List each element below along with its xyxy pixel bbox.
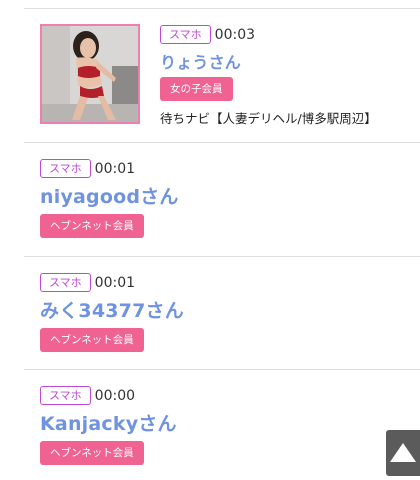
member-badge: 女の子会員 [160, 77, 233, 101]
device-badge: スマホ [160, 25, 211, 44]
profile-photo[interactable] [40, 24, 140, 124]
entry-divider [24, 256, 420, 257]
shop-name[interactable]: 待ちナビ【人妻デリヘル/博多駅周辺】 [160, 108, 420, 127]
device-badge: スマホ [40, 273, 91, 292]
visitor-entry-2: スマホ 00:01 niyagoodさん ヘブンネット会員 [40, 158, 420, 238]
access-time: 00:03 [214, 26, 256, 43]
profile-photo-image [42, 26, 138, 122]
visitor-name-link[interactable]: みく34377さん [40, 296, 420, 323]
device-badge: スマホ [40, 386, 91, 405]
member-badge: ヘブンネット会員 [40, 328, 144, 352]
entry-divider [24, 142, 420, 143]
member-badge: ヘブンネット会員 [40, 441, 144, 465]
scroll-top-button[interactable] [386, 430, 420, 476]
visitor-name-link[interactable]: りょうさん [160, 49, 420, 73]
access-time: 00:01 [94, 160, 136, 177]
visitor-name-link[interactable]: niyagoodさん [40, 182, 420, 209]
visitor-name-link[interactable]: Kanjackyさん [40, 409, 420, 436]
visitor-entry-3: スマホ 00:01 みく34377さん ヘブンネット会員 [40, 272, 420, 352]
top-divider [24, 8, 420, 9]
member-badge: ヘブンネット会員 [40, 214, 144, 238]
device-badge: スマホ [40, 159, 91, 178]
visitor-entry-4: スマホ 00:00 Kanjackyさん ヘブンネット会員 [40, 385, 420, 465]
access-time: 00:01 [94, 274, 136, 291]
entry-divider [24, 369, 420, 370]
triangle-up-icon [390, 443, 416, 462]
access-time: 00:00 [94, 387, 136, 404]
visitor-entry-1: スマホ 00:03 りょうさん 女の子会員 待ちナビ【人妻デリヘル/博多駅周辺】 [160, 24, 420, 127]
